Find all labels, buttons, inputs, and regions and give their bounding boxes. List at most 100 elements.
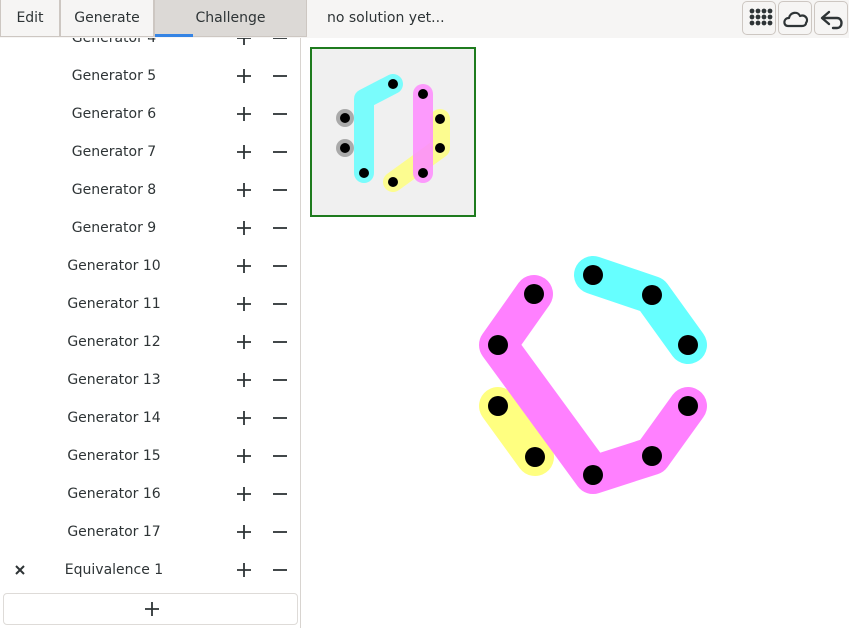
sidebar-row[interactable]: Generator 14 bbox=[0, 399, 300, 437]
decrease-button[interactable] bbox=[268, 475, 292, 513]
minus-icon bbox=[273, 75, 287, 77]
node-dot bbox=[678, 396, 698, 416]
thumb-dot bbox=[388, 177, 398, 187]
decrease-button[interactable] bbox=[268, 437, 292, 475]
tab-challenge[interactable]: Challenge bbox=[154, 0, 307, 37]
sidebar-row[interactable]: Generator 13 bbox=[0, 361, 300, 399]
add-generator-button[interactable] bbox=[3, 593, 298, 625]
undo-arrow-icon bbox=[820, 10, 843, 30]
sidebar-item-label: Generator 4 bbox=[71, 38, 157, 46]
increase-button[interactable] bbox=[232, 437, 256, 475]
plus-icon bbox=[237, 183, 251, 197]
decrease-button[interactable] bbox=[268, 361, 292, 399]
decrease-button[interactable] bbox=[268, 209, 292, 247]
decrease-button[interactable] bbox=[268, 171, 292, 209]
minus-icon bbox=[273, 303, 287, 305]
minus-icon bbox=[273, 189, 287, 191]
decrease-button[interactable] bbox=[268, 551, 292, 589]
sidebar-row[interactable]: Generator 8 bbox=[0, 171, 300, 209]
increase-button[interactable] bbox=[232, 475, 256, 513]
increase-button[interactable] bbox=[232, 57, 256, 95]
plus-icon bbox=[237, 297, 251, 311]
increase-button[interactable] bbox=[232, 171, 256, 209]
minus-icon bbox=[273, 38, 287, 39]
decrease-button[interactable] bbox=[268, 399, 292, 437]
target-thumbnail-drawing bbox=[336, 74, 450, 192]
plus-icon bbox=[237, 449, 251, 463]
decrease-button[interactable] bbox=[268, 285, 292, 323]
tab-active-indicator bbox=[155, 34, 193, 37]
sidebar-row[interactable]: Generator 17 bbox=[0, 513, 300, 551]
minus-icon bbox=[273, 417, 287, 419]
decrease-button[interactable] bbox=[268, 95, 292, 133]
thumb-dot bbox=[435, 143, 445, 153]
sidebar-item-label: Generator 11 bbox=[67, 296, 161, 312]
generator-sidebar[interactable]: Generator 4 Generator 5 Generator 6 Generat… bbox=[0, 38, 301, 628]
increase-button[interactable] bbox=[232, 247, 256, 285]
puzzle-canvas[interactable] bbox=[301, 38, 849, 628]
sidebar-row[interactable]: Equivalence 1 bbox=[0, 551, 300, 589]
increase-button[interactable] bbox=[232, 133, 256, 171]
node-dot bbox=[524, 284, 544, 304]
increase-button[interactable] bbox=[232, 323, 256, 361]
grid-button[interactable] bbox=[742, 1, 776, 35]
cloud-icon bbox=[783, 11, 809, 28]
plus-icon bbox=[237, 38, 251, 45]
undo-button[interactable] bbox=[814, 1, 848, 35]
thumb-dot bbox=[340, 143, 350, 153]
sidebar-item-label: Generator 16 bbox=[67, 486, 161, 502]
plus-icon bbox=[237, 487, 251, 501]
thumb-dot bbox=[418, 89, 428, 99]
plus-icon bbox=[237, 373, 251, 387]
magenta-band bbox=[479, 275, 707, 494]
decrease-button[interactable] bbox=[268, 247, 292, 285]
increase-button[interactable] bbox=[232, 95, 256, 133]
tab-edit[interactable]: Edit bbox=[0, 0, 60, 37]
cloud-button[interactable] bbox=[778, 1, 812, 35]
plus-icon bbox=[237, 259, 251, 273]
increase-button[interactable] bbox=[232, 209, 256, 247]
sidebar-row[interactable]: Generator 7 bbox=[0, 133, 300, 171]
decrease-button[interactable] bbox=[268, 57, 292, 95]
sidebar-row[interactable]: Generator 6 bbox=[0, 95, 300, 133]
thumb-dot bbox=[418, 168, 428, 178]
plus-icon bbox=[237, 335, 251, 349]
sidebar-item-label: Generator 14 bbox=[67, 410, 161, 426]
minus-icon bbox=[273, 151, 287, 153]
decrease-button[interactable] bbox=[268, 323, 292, 361]
sidebar-item-label: Generator 5 bbox=[71, 68, 157, 84]
decrease-button[interactable] bbox=[268, 513, 292, 551]
minus-icon bbox=[273, 569, 287, 571]
sidebar-row[interactable]: Generator 4 bbox=[0, 38, 300, 57]
sidebar-item-label: Generator 8 bbox=[71, 182, 157, 198]
decrease-button[interactable] bbox=[268, 38, 292, 57]
thumb-dot bbox=[359, 168, 369, 178]
plus-icon bbox=[145, 602, 159, 616]
increase-button[interactable] bbox=[232, 285, 256, 323]
sidebar-item-label: Equivalence 1 bbox=[64, 562, 164, 578]
sidebar-item-label: Generator 13 bbox=[67, 372, 161, 388]
sidebar-row[interactable]: Generator 5 bbox=[0, 57, 300, 95]
grid-icon bbox=[749, 8, 773, 26]
sidebar-row[interactable]: Generator 16 bbox=[0, 475, 300, 513]
increase-button[interactable] bbox=[232, 361, 256, 399]
sidebar-row[interactable]: Generator 15 bbox=[0, 437, 300, 475]
increase-button[interactable] bbox=[232, 38, 256, 57]
sidebar-row[interactable]: Generator 10 bbox=[0, 247, 300, 285]
sidebar-row[interactable]: Generator 11 bbox=[0, 285, 300, 323]
increase-button[interactable] bbox=[232, 513, 256, 551]
sidebar-item-label: Generator 7 bbox=[71, 144, 157, 160]
minus-icon bbox=[273, 113, 287, 115]
target-thumbnail[interactable] bbox=[310, 47, 476, 217]
sidebar-row[interactable]: Generator 12 bbox=[0, 323, 300, 361]
sidebar-row[interactable]: Generator 9 bbox=[0, 209, 300, 247]
node-dot bbox=[642, 446, 662, 466]
increase-button[interactable] bbox=[232, 551, 256, 589]
plus-icon bbox=[237, 145, 251, 159]
sidebar-item-label: Generator 17 bbox=[67, 524, 161, 540]
decrease-button[interactable] bbox=[268, 133, 292, 171]
minus-icon bbox=[273, 265, 287, 267]
header-bar: Edit Generate Challenge no solution yet.… bbox=[0, 0, 849, 39]
tab-generate[interactable]: Generate bbox=[60, 0, 154, 37]
increase-button[interactable] bbox=[232, 399, 256, 437]
